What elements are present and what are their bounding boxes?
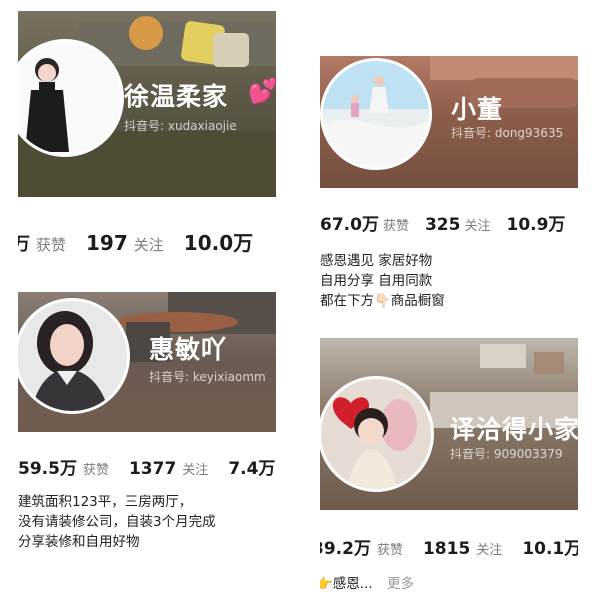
- likes-count: 59.5万: [18, 459, 77, 479]
- bio-line: 分享装修和自用好物: [18, 534, 140, 550]
- following-count: 325: [424, 215, 461, 235]
- avatar-2[interactable]: [320, 58, 432, 170]
- profile-bio-2: 感恩遇见 家居好物 自用分享 自用同款 都在下方👇🏻商品橱窗: [320, 251, 445, 311]
- profile-stats-3: 59.5万 获赞 1377 关注 7.4万: [18, 454, 275, 479]
- profile-stats-4: 39.2万 获赞 1815 关注 10.1万: [320, 534, 578, 559]
- likes-label: 获赞: [382, 219, 409, 234]
- following-count: 1377: [128, 459, 177, 479]
- profile-uid-3: 抖音号: keyixiaomm: [149, 370, 266, 384]
- following-label: 关注: [476, 543, 503, 558]
- avatar-4[interactable]: [320, 376, 434, 492]
- likes-count: 39.2万: [320, 539, 371, 559]
- followers-count: 10.9万: [506, 215, 566, 235]
- profile-card-1[interactable]: 徐温柔家 💕 抖音号: xudaxiaojie 万 获赞 197 关注 10.0…: [18, 11, 276, 271]
- heart-emoji-icon: 💕: [248, 77, 276, 105]
- avatar-1-portrait: [18, 42, 121, 154]
- following-count: 197: [86, 231, 128, 255]
- bio-text: 👉感恩...: [320, 576, 373, 592]
- profile-name-2: 小董: [451, 95, 504, 124]
- profile-name-4: 译洽得小家: [450, 415, 578, 444]
- profile-card-3[interactable]: 惠敏吖 抖音号: keyixiaomm 59.5万 获赞 1377 关注 7.4…: [18, 292, 276, 572]
- likes-label: 获赞: [376, 543, 403, 558]
- following-count: 1815: [422, 539, 471, 559]
- profile-card-2[interactable]: 小董 抖音号: dong93635 67.0万 获赞 325 关注 10.9万 …: [320, 56, 578, 316]
- likes-count: 67.0万: [320, 215, 379, 235]
- profile-uid-4: 抖音号: 909003379: [450, 447, 563, 461]
- avatar-3-portrait: [18, 301, 127, 411]
- profile-uid-1: 抖音号: xudaxiaojie: [124, 119, 237, 133]
- followers-count: 7.4万: [228, 459, 276, 479]
- profile-stats-2: 67.0万 获赞 325 关注 10.9万: [320, 210, 565, 235]
- followers-count: 10.0万: [183, 231, 254, 255]
- profile-card-4[interactable]: 译洽得小家 抖音号: 909003379 39.2万 获赞 1815 关注 10…: [320, 338, 578, 600]
- likes-label: 获赞: [82, 463, 109, 478]
- profile-bio-3: 建筑面积123平，三房两厅， 没有请装修公司，自装3个月完成 分享装修和自用好物: [18, 492, 216, 552]
- followers-count: 10.1万: [522, 539, 578, 559]
- likes-label: 获赞: [36, 236, 67, 254]
- bio-line: 自用分享 自用同款: [320, 273, 433, 289]
- bio-line: 建筑面积123平，三房两厅，: [18, 494, 193, 510]
- likes-count: 万: [18, 234, 30, 255]
- following-label: 关注: [464, 219, 491, 234]
- profile-name-3: 惠敏吖: [149, 335, 228, 364]
- profile-name-1: 徐温柔家: [124, 82, 229, 111]
- profile-bio-4: 👉感恩... 更多: [320, 574, 414, 594]
- profile-uid-2: 抖音号: dong93635: [451, 126, 564, 140]
- avatar-3[interactable]: [18, 298, 130, 414]
- avatar-2-beach-photo: [323, 61, 429, 167]
- more-link[interactable]: 更多: [387, 576, 414, 592]
- following-label: 关注: [182, 463, 209, 478]
- avatar-4-child-photo: [321, 379, 431, 489]
- bio-line: 感恩遇见 家居好物: [320, 253, 433, 269]
- bio-line: 没有请装修公司，自装3个月完成: [18, 514, 216, 530]
- following-label: 关注: [133, 236, 164, 254]
- bio-line: 都在下方👇🏻商品橱窗: [320, 293, 445, 309]
- profile-stats-1: 万 获赞 197 关注 10.0万: [18, 227, 253, 256]
